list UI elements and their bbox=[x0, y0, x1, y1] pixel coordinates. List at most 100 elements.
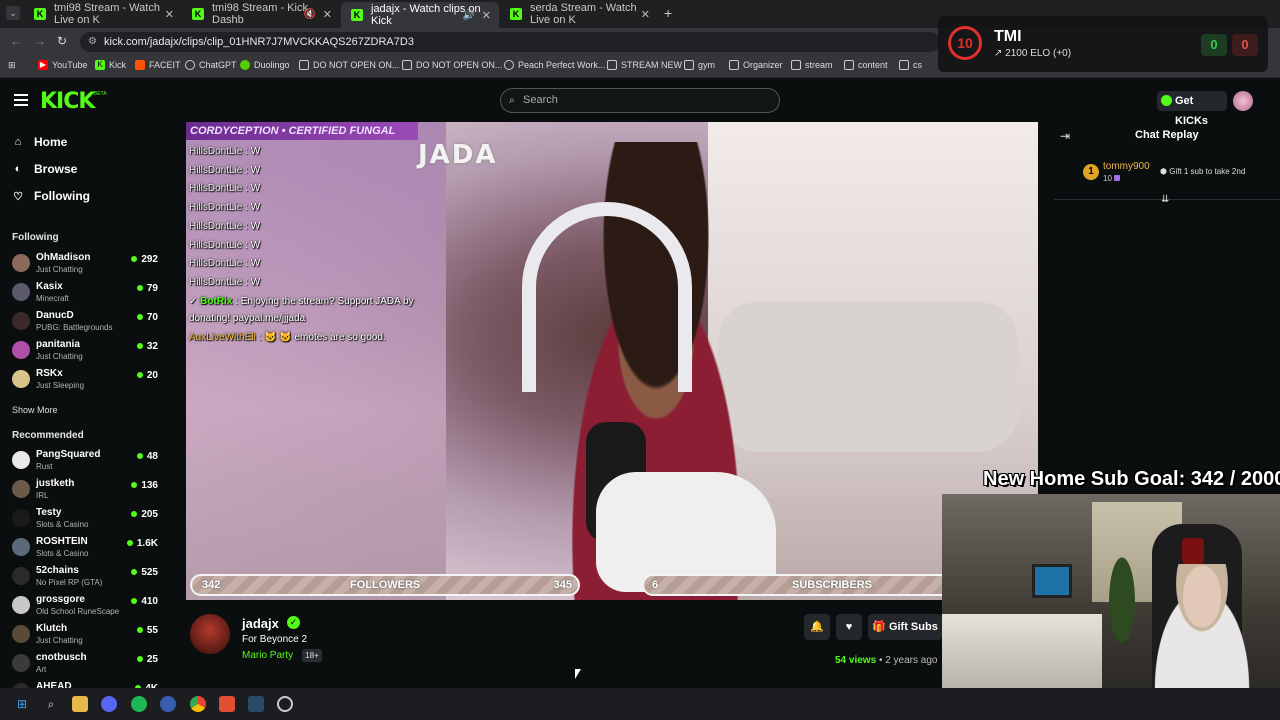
app-icon[interactable] bbox=[160, 696, 176, 712]
channel-avatar bbox=[12, 480, 30, 498]
notification-bell-button[interactable]: 🔔 bbox=[804, 614, 830, 640]
search-icon[interactable]: ⌕ bbox=[43, 696, 59, 712]
close-tab-icon[interactable]: ✕ bbox=[482, 9, 491, 22]
live-dot-icon bbox=[126, 540, 133, 546]
bookmark-folder[interactable]: DO NOT OPEN ON... bbox=[299, 60, 399, 70]
file-explorer-icon[interactable] bbox=[72, 696, 88, 712]
close-tab-icon[interactable]: ✕ bbox=[323, 8, 332, 21]
sidebar-channel[interactable]: Testy Slots & Casino 205 bbox=[12, 505, 162, 533]
brave-icon[interactable] bbox=[219, 696, 235, 712]
channel-avatar bbox=[12, 538, 30, 556]
home-icon: ⌂ bbox=[14, 136, 22, 148]
forward-icon[interactable]: → bbox=[34, 34, 46, 48]
sidebar-channel[interactable]: grossgore Old School RuneScape 410 bbox=[12, 592, 162, 620]
kick-favicon-icon: K bbox=[192, 8, 204, 20]
gift-subs-button[interactable]: 🎁 Gift Subs bbox=[868, 614, 942, 640]
channel-category: Just Sleeping bbox=[36, 381, 85, 390]
reload-icon[interactable]: ↻ bbox=[57, 34, 67, 48]
close-tab-icon[interactable]: ✕ bbox=[165, 8, 174, 21]
bookmark-kick[interactable]: K Kick bbox=[95, 60, 126, 70]
stream-chat-line: AuxLiveWithEli : 🐱 🐱 emotes are so good. bbox=[189, 332, 386, 343]
sidebar-channel[interactable]: Klutch Just Chatting 55 bbox=[12, 621, 162, 649]
faceit-level-badge: 10 bbox=[948, 26, 982, 60]
bookmark-folder[interactable]: STREAM NEW bbox=[607, 60, 682, 70]
user-avatar[interactable] bbox=[1233, 91, 1253, 111]
heart-icon: ♡ bbox=[13, 190, 23, 203]
new-tab-button[interactable]: + bbox=[664, 5, 672, 21]
get-kicks-button[interactable]: Get KICKs bbox=[1157, 91, 1227, 127]
speaker-muted-icon[interactable]: 🔇 bbox=[304, 9, 316, 20]
sidebar-channel[interactable]: 52chains No Pixel RP (GTA) 525 bbox=[12, 563, 162, 591]
chrome-icon[interactable] bbox=[190, 696, 206, 712]
back-icon[interactable]: ← bbox=[10, 34, 22, 48]
steam-icon[interactable] bbox=[248, 696, 264, 712]
gift-icon: ⬢ bbox=[1160, 167, 1170, 176]
sidebar-channel[interactable]: AHEAD4K bbox=[12, 679, 162, 688]
search-icon: ⌕ bbox=[509, 95, 515, 106]
show-more-link[interactable]: Show More bbox=[12, 405, 58, 415]
following-section-title: Following bbox=[12, 232, 59, 243]
tab-search-button[interactable]: ⌄ bbox=[6, 6, 20, 20]
sidebar-channel[interactable]: cnotbusch Art 25 bbox=[12, 650, 162, 678]
bookmark-folder[interactable]: gym bbox=[684, 60, 715, 70]
close-tab-icon[interactable]: ✕ bbox=[641, 8, 650, 21]
live-dot-icon bbox=[131, 598, 138, 604]
expand-leaderboard-icon[interactable]: ⇊ bbox=[1161, 194, 1169, 205]
sidebar-channel[interactable]: ROSHTEIN Slots & Casino 1.6K bbox=[12, 534, 162, 562]
category-link[interactable]: Mario Party bbox=[242, 650, 293, 661]
viewer-count: 25 bbox=[136, 654, 158, 665]
channel-avatar bbox=[12, 567, 30, 585]
site-info-icon[interactable]: ⚙ bbox=[88, 32, 97, 52]
collapse-chat-icon[interactable]: ⇥ bbox=[1060, 129, 1070, 143]
bookmark-folder[interactable]: DO NOT OPEN ON... bbox=[402, 60, 502, 70]
channel-category: No Pixel RP (GTA) bbox=[36, 578, 103, 587]
windows-start-icon[interactable]: ⊞ bbox=[14, 696, 30, 712]
sidebar-channel[interactable]: OhMadison Just Chatting 292 bbox=[12, 250, 162, 278]
search-input[interactable]: ⌕ Search bbox=[500, 88, 780, 113]
bookmark-folder[interactable]: cs bbox=[899, 60, 922, 70]
streamer-name[interactable]: jadajx bbox=[242, 616, 279, 631]
browser-tab[interactable]: K tmi98 Stream - Watch Live on K ✕ bbox=[24, 2, 182, 26]
webcam-chair bbox=[1182, 538, 1204, 564]
bookmark-faceit[interactable]: FACEIT bbox=[135, 60, 181, 70]
kick-logo[interactable]: KICK bbox=[40, 89, 95, 114]
gift-prompt[interactable]: ⬢ Gift 1 sub to take 2nd bbox=[1160, 167, 1245, 176]
apps-icon[interactable]: ⊞ bbox=[8, 60, 16, 71]
follow-button[interactable]: ♥ bbox=[836, 614, 862, 640]
sidebar-channel[interactable]: Kasix Minecraft 79 bbox=[12, 279, 162, 307]
bookmark-peach[interactable]: Peach Perfect Work... bbox=[504, 60, 605, 70]
folder-icon bbox=[791, 60, 801, 70]
speaker-icon[interactable]: 🔊 bbox=[463, 10, 475, 21]
channel-category: Old School RuneScape bbox=[36, 607, 120, 616]
bookmark-youtube[interactable]: ▶ YouTube bbox=[38, 60, 87, 70]
sidebar-channel[interactable]: panitania Just Chatting 32 bbox=[12, 337, 162, 365]
viewer-count: 79 bbox=[136, 283, 158, 294]
bookmark-folder[interactable]: stream bbox=[791, 60, 833, 70]
sidebar-channel[interactable]: PangSquared Rust 48 bbox=[12, 447, 162, 475]
url-input[interactable]: ⚙ kick.com/jadajx/clips/clip_01HNR7J7MVC… bbox=[80, 32, 940, 52]
sidebar-channel[interactable]: justketh IRL 136 bbox=[12, 476, 162, 504]
bookmark-folder[interactable]: Organizer bbox=[729, 60, 783, 70]
kick-header: KICK BETA ⌕ Search Get KICKs bbox=[0, 78, 1280, 127]
streamer-avatar[interactable] bbox=[190, 614, 230, 654]
video-player[interactable]: CORDYCEPTION • CERTIFIED FUNGAL JADA ✓ B… bbox=[186, 122, 1038, 600]
top-gifter-name[interactable]: tommy900 bbox=[1103, 161, 1150, 172]
sidebar-channel[interactable]: RSKx Just Sleeping 20 bbox=[12, 366, 162, 394]
sidebar-channel[interactable]: DanucD PUBG: Battlegrounds 70 bbox=[12, 308, 162, 336]
spotify-icon[interactable] bbox=[131, 696, 147, 712]
nav-browse[interactable]: ◐ Browse bbox=[12, 162, 78, 176]
browser-tab[interactable]: K serda Stream - Watch Live on K ✕ bbox=[500, 2, 658, 26]
bookmark-duolingo[interactable]: Duolingo bbox=[240, 60, 290, 70]
menu-icon[interactable] bbox=[14, 94, 28, 106]
bookmark-chatgpt[interactable]: ChatGPT bbox=[185, 60, 237, 70]
viewer-count: 55 bbox=[136, 625, 158, 636]
obs-icon[interactable] bbox=[277, 696, 293, 712]
nav-following[interactable]: ♡ Following bbox=[12, 189, 90, 203]
browser-tab-active[interactable]: K jadajx - Watch clips on Kick 🔊 ✕ bbox=[341, 2, 499, 28]
browser-tab[interactable]: K tmi98 Stream - Kick Dashb 🔇 ✕ bbox=[182, 2, 340, 26]
webcam-background bbox=[1102, 534, 1142, 644]
discord-icon[interactable] bbox=[101, 696, 117, 712]
bookmark-folder[interactable]: content bbox=[844, 60, 888, 70]
nav-home[interactable]: ⌂ Home bbox=[12, 135, 68, 149]
bell-icon: 🔔 bbox=[810, 621, 824, 633]
